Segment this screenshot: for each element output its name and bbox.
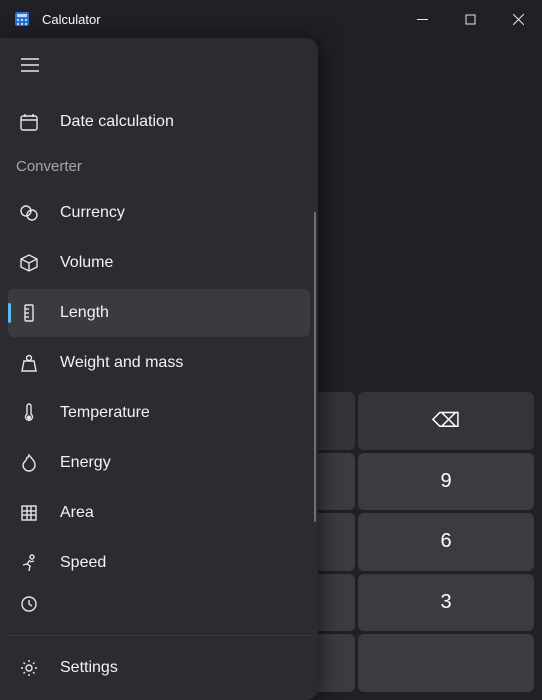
nav-item-currency[interactable]: Currency bbox=[8, 189, 310, 237]
nav-item-volume[interactable]: Volume bbox=[8, 239, 310, 287]
titlebar: Calculator bbox=[0, 0, 542, 38]
currency-icon bbox=[18, 202, 40, 224]
nav-item-area[interactable]: Area bbox=[8, 489, 310, 537]
nav-item-partial[interactable] bbox=[8, 589, 310, 619]
nav-scroll: Date calculation Converter Currency bbox=[0, 92, 318, 635]
nav-item-weight[interactable]: Weight and mass bbox=[8, 339, 310, 387]
weight-icon bbox=[18, 352, 40, 374]
running-icon bbox=[18, 552, 40, 574]
window-title: Calculator bbox=[42, 12, 101, 27]
nav-item-label: Currency bbox=[60, 204, 125, 222]
clock-icon bbox=[18, 593, 40, 615]
nav-item-label: Date calculation bbox=[60, 113, 174, 131]
nav-item-settings[interactable]: Settings bbox=[8, 644, 310, 692]
nav-item-label: Settings bbox=[60, 659, 118, 677]
key-decimal[interactable] bbox=[358, 634, 534, 692]
nav-item-label: Weight and mass bbox=[60, 354, 183, 372]
nav-item-date-calculation[interactable]: Date calculation bbox=[8, 98, 310, 146]
hamburger-button[interactable] bbox=[8, 43, 52, 87]
nav-item-label: Area bbox=[60, 504, 94, 522]
nav-item-label: Volume bbox=[60, 254, 113, 272]
nav-item-label: Energy bbox=[60, 454, 111, 472]
nav-item-label: Speed bbox=[60, 554, 106, 572]
nav-section-converter: Converter bbox=[0, 148, 318, 187]
nav-item-energy[interactable]: Energy bbox=[8, 439, 310, 487]
flame-icon bbox=[18, 452, 40, 474]
ruler-icon bbox=[18, 302, 40, 324]
app-icon bbox=[14, 11, 30, 27]
nav-item-speed[interactable]: Speed bbox=[8, 539, 310, 587]
cube-icon bbox=[18, 252, 40, 274]
key-3[interactable]: 3 bbox=[358, 574, 534, 632]
minimize-button[interactable] bbox=[398, 0, 446, 38]
grid-icon bbox=[18, 502, 40, 524]
scrollbar[interactable] bbox=[314, 212, 316, 522]
backspace-icon: ⌫ bbox=[432, 408, 460, 433]
close-button[interactable] bbox=[494, 0, 542, 38]
key-backspace[interactable]: ⌫ bbox=[358, 392, 534, 450]
maximize-button[interactable] bbox=[446, 0, 494, 38]
nav-header bbox=[0, 38, 318, 92]
nav-footer: Settings bbox=[6, 635, 312, 700]
calendar-icon bbox=[18, 111, 40, 133]
key-9[interactable]: 9 bbox=[358, 453, 534, 511]
thermometer-icon bbox=[18, 402, 40, 424]
hamburger-icon bbox=[21, 58, 39, 72]
nav-item-label: Length bbox=[60, 304, 109, 322]
nav-item-length[interactable]: Length bbox=[8, 289, 310, 337]
nav-item-temperature[interactable]: Temperature bbox=[8, 389, 310, 437]
gear-icon bbox=[18, 657, 40, 679]
navigation-pane: Date calculation Converter Currency bbox=[0, 38, 318, 700]
key-6[interactable]: 6 bbox=[358, 513, 534, 571]
nav-item-label: Temperature bbox=[60, 404, 150, 422]
